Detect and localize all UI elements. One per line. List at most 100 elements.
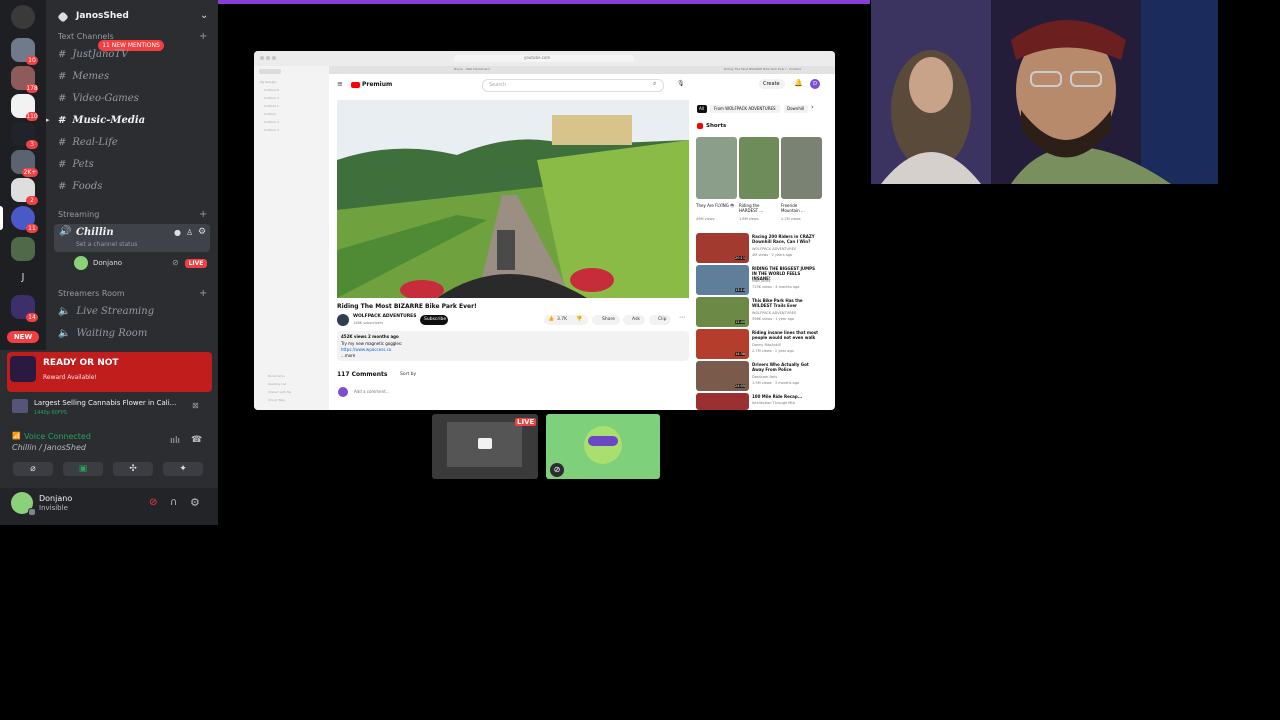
short-thumbnail[interactable] — [739, 137, 779, 199]
channel-foods[interactable]: # Foods — [58, 181, 102, 192]
category-streamers-room[interactable]: Streamers Room — [58, 289, 125, 298]
rec-title[interactable]: Drivers Who Actually Got Away From Polic… — [752, 362, 820, 372]
sidebar-item[interactable]: Untitled 3 — [264, 128, 279, 132]
chip-all[interactable]: All — [697, 105, 707, 113]
server-icon[interactable]: 10 — [11, 38, 38, 65]
window-maximize-icon[interactable] — [272, 56, 276, 60]
sidebar-item[interactable]: Untitled 1 — [264, 104, 279, 108]
channel-video-games[interactable]: # Video-Games — [58, 93, 139, 104]
rec-title[interactable]: 100 Mile Ride Recap... — [752, 394, 820, 399]
rec-title[interactable]: This Bike Park Has the WILDEST Trails Ev… — [752, 298, 820, 308]
disconnect-icon[interactable]: ☎ — [191, 435, 202, 445]
video-thumbnail[interactable] — [696, 393, 749, 410]
channel-justjanotv[interactable]: # JustJanoTV — [58, 49, 128, 60]
description-more[interactable]: ...more — [341, 353, 355, 358]
voice-location[interactable]: Chillin / JanosShed — [12, 443, 86, 452]
camera-off-button[interactable]: ⌀ — [13, 462, 53, 476]
sidebar-bottom-item[interactable]: Reading List — [268, 382, 286, 386]
address-bar[interactable]: youtube.com — [454, 55, 634, 62]
avatar[interactable]: D — [810, 79, 820, 89]
channel-pets[interactable]: # Pets — [58, 159, 94, 170]
microphone-icon[interactable]: 🎙 — [677, 80, 685, 87]
server-icon[interactable]: 2 — [11, 178, 38, 205]
channel-real-life[interactable]: # Real-Life — [58, 137, 118, 148]
stream-activity[interactable]: Largest Selling Cannabis Flower in Cali.… — [7, 395, 212, 421]
sort-by-button[interactable]: Sort by — [400, 372, 416, 377]
channel-name[interactable]: WOLFPACK ADVENTURES — [353, 314, 417, 319]
headphones-icon[interactable]: ∩ — [170, 497, 177, 508]
chevron-down-icon[interactable]: ⌄ — [200, 10, 208, 21]
chevron-right-icon[interactable]: › — [811, 103, 814, 111]
server-icon[interactable]: 14 — [11, 295, 38, 322]
sidebar-item[interactable]: Untitled 8 — [264, 88, 279, 92]
channel-music-media[interactable]: # Music-Media — [58, 115, 145, 126]
menu-icon[interactable]: ≡ — [337, 80, 343, 88]
window-close-icon[interactable] — [260, 56, 264, 60]
soundboard-button[interactable]: ✦ — [163, 462, 203, 476]
chip-channel[interactable]: From WOLFPACK ADVENTURES — [710, 105, 780, 113]
short-title[interactable]: Freeride Mountain ... — [781, 203, 817, 213]
search-icon[interactable]: ⌕ — [653, 80, 656, 88]
like-button[interactable]: 👍 3.7K 👎 — [544, 315, 588, 325]
gear-icon[interactable]: ⚙ — [198, 227, 206, 237]
tab[interactable]: Riding The Most BIZARRE Bike Park Ever! … — [724, 67, 801, 71]
server-icon[interactable] — [11, 237, 35, 261]
server-icon-letter[interactable]: J — [11, 266, 35, 290]
subscribe-button[interactable]: Subscribe — [420, 315, 448, 325]
add-channel-icon[interactable]: + — [199, 288, 207, 299]
window-minimize-icon[interactable] — [266, 56, 270, 60]
youtube-logo-text[interactable]: Premium — [362, 81, 392, 88]
stream-preview-tile[interactable]: LIVE — [432, 414, 538, 479]
server-icon[interactable]: 178 — [11, 66, 38, 93]
short-title[interactable]: They Are FLYING 😳 — [696, 203, 736, 208]
description-link[interactable]: https://www.wpaccess.co — [341, 347, 391, 352]
sidebar-bottom-item[interactable]: Bookmarks — [268, 374, 285, 378]
description-box[interactable]: 452K views 2 months ago Try my new magne… — [337, 331, 689, 361]
rec-title[interactable]: Riding insane lines that most people wou… — [752, 330, 820, 340]
sidebar-item[interactable]: Untitled 4 — [264, 120, 279, 124]
sidebar-item[interactable]: Untitled 3 — [264, 96, 279, 100]
voice-user-name[interactable]: Donjano — [93, 259, 122, 267]
voice-status[interactable]: Voice Connected — [24, 432, 91, 441]
search-input[interactable]: Search ⌕ — [482, 79, 664, 92]
create-button[interactable]: Create — [759, 79, 785, 89]
noise-suppression-icon[interactable]: ıılı — [170, 436, 180, 446]
voice-channel-live-streaming[interactable]: 🔈 Live Streaming — [58, 306, 154, 317]
gear-icon[interactable]: ⚙ — [190, 496, 200, 509]
voice-channel-waiting-room[interactable]: 🔈 Waiting Room — [58, 328, 147, 339]
server-header[interactable]: JanosShed ⌄ — [46, 0, 218, 36]
channel-memes[interactable]: # Memes — [58, 71, 109, 82]
ask-button[interactable]: Ask — [623, 315, 645, 325]
add-comment-input[interactable]: Add a comment... — [354, 389, 390, 394]
voice-channel-chillin[interactable]: 🔊 Chillin Set a channel status ● ♙ ⚙ — [54, 224, 210, 252]
game-promo-banner[interactable]: READY OR NOT Reward Available! — [7, 352, 212, 392]
rec-title[interactable]: Racing 200 Riders in CRAZY Downhill Race… — [752, 234, 820, 244]
sidebar-item[interactable]: My Groups — [260, 80, 276, 84]
tab[interactable]: Brave - Web Dashboard — [454, 67, 490, 71]
short-thumbnail[interactable] — [696, 137, 737, 199]
add-channel-icon[interactable]: + — [199, 31, 207, 42]
sidebar-bottom-item[interactable]: Shared with Me — [268, 390, 291, 394]
short-title[interactable]: Riding the HARDEST ... — [739, 203, 777, 213]
clip-button[interactable]: Clip — [649, 315, 671, 325]
category-streaming[interactable]: Streaming — [58, 210, 99, 219]
channel-avatar[interactable] — [337, 314, 349, 326]
thumbs-down-icon[interactable]: 👎 — [576, 316, 582, 322]
user-name[interactable]: Donjano — [39, 494, 72, 503]
share-button[interactable]: Share — [592, 315, 620, 325]
youtube-logo-icon[interactable] — [351, 82, 360, 88]
notifications-icon[interactable]: 🔔 — [794, 79, 803, 87]
stop-stream-icon[interactable]: ⊠ — [192, 401, 199, 410]
channel-status[interactable]: Set a channel status — [76, 241, 137, 248]
server-icon-janosshed[interactable]: 11 — [11, 206, 38, 233]
mic-muted-icon[interactable]: ⊘ — [149, 497, 157, 508]
short-thumbnail[interactable] — [781, 137, 822, 199]
screen-share-button[interactable]: ▣ — [63, 462, 103, 476]
activities-button[interactable]: ✣ — [113, 462, 153, 476]
chip-downhill[interactable]: Downhill — [784, 105, 808, 113]
add-channel-icon[interactable]: + — [199, 209, 207, 220]
sidebar-item[interactable]: Untitled — [264, 112, 276, 116]
sidebar-bottom-item[interactable]: iCloud Tabs — [268, 398, 285, 402]
server-icon[interactable]: 110 — [11, 94, 38, 121]
server-icon[interactable]: 2K+ — [11, 150, 38, 177]
